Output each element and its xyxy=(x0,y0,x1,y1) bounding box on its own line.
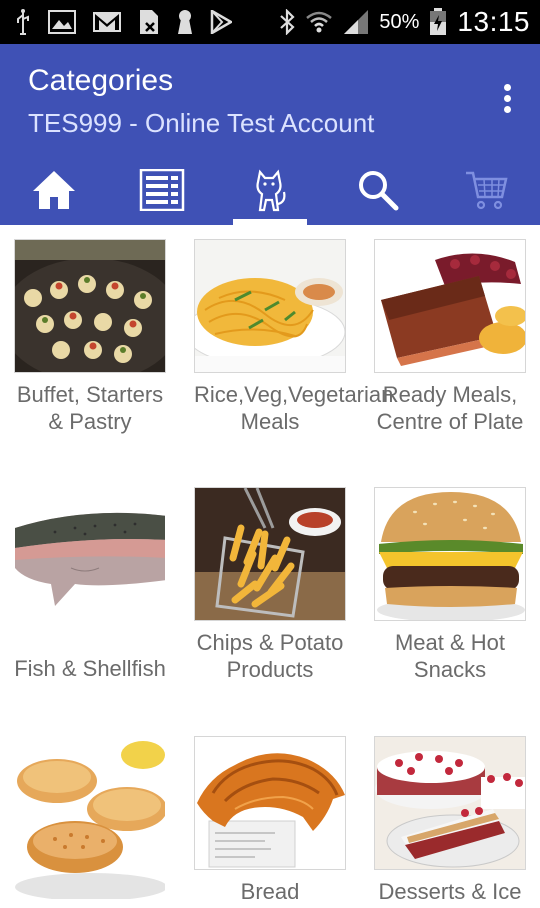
tab-categories[interactable] xyxy=(216,154,324,225)
category-tile[interactable]: Ready Meals, Centre of Plate xyxy=(374,239,526,435)
category-name: Desserts & Ice xyxy=(378,879,522,904)
category-image xyxy=(194,239,346,373)
tab-home[interactable] xyxy=(0,154,108,225)
tab-list[interactable] xyxy=(108,154,216,225)
play-store-icon xyxy=(210,10,232,34)
home-icon xyxy=(33,170,75,209)
category-image xyxy=(374,487,526,621)
category-image xyxy=(14,239,166,373)
keyhole-icon xyxy=(176,9,194,35)
category-name: Meat & Hot Snacks xyxy=(394,630,506,682)
category-tile[interactable]: Desserts & Ice xyxy=(374,736,526,905)
category-image xyxy=(14,487,166,621)
tab-bar xyxy=(0,154,540,225)
page-title: Categories xyxy=(28,64,174,97)
category-image xyxy=(194,487,346,621)
app-bar: Categories TES999 - Online Test Account xyxy=(0,44,540,225)
category-image xyxy=(374,736,526,870)
category-tile[interactable]: Chips & Potato Products xyxy=(194,487,346,683)
account-subtitle: TES999 - Online Test Account xyxy=(28,108,375,138)
bluetooth-icon xyxy=(279,9,295,35)
category-tile[interactable]: Bread xyxy=(194,736,346,905)
categories-cat-icon xyxy=(256,169,286,211)
gmail-icon xyxy=(92,10,122,34)
signal-icon xyxy=(343,9,369,35)
category-name: Chips & Potato Products xyxy=(196,630,344,682)
category-name: Fish & Shellfish xyxy=(14,656,166,681)
usb-icon xyxy=(14,9,32,35)
battery-icon xyxy=(429,8,447,36)
category-image xyxy=(374,239,526,373)
sim-icon xyxy=(138,9,160,35)
category-tile[interactable]: Fish & Shellfish xyxy=(14,487,166,682)
wifi-icon xyxy=(305,10,333,34)
search-icon xyxy=(359,170,399,210)
category-tile[interactable]: Rice,Veg,Vegetarian Meals xyxy=(194,239,394,435)
category-tile[interactable]: Meat & Hot Snacks xyxy=(374,487,526,683)
tab-search[interactable] xyxy=(324,154,432,225)
image-icon xyxy=(48,10,76,34)
category-image xyxy=(14,736,166,900)
clock: 13:15 xyxy=(457,6,530,37)
category-name: Ready Meals, Centre of Plate xyxy=(376,382,524,434)
battery-percent: 50% xyxy=(379,10,420,33)
tab-cart[interactable] xyxy=(432,154,540,225)
cart-icon xyxy=(466,171,508,209)
list-icon xyxy=(139,168,185,211)
status-bar: 50% 13:15 xyxy=(0,0,540,44)
overflow-menu-icon[interactable] xyxy=(502,84,512,118)
category-image xyxy=(194,736,346,870)
category-name: Buffet, Starters & Pastry xyxy=(16,382,164,434)
category-tile[interactable] xyxy=(14,736,166,908)
category-tile[interactable]: Buffet, Starters & Pastry xyxy=(14,239,166,435)
category-name: Bread xyxy=(240,879,300,904)
category-name: Rice,Veg,Vegetarian Meals xyxy=(194,382,394,434)
